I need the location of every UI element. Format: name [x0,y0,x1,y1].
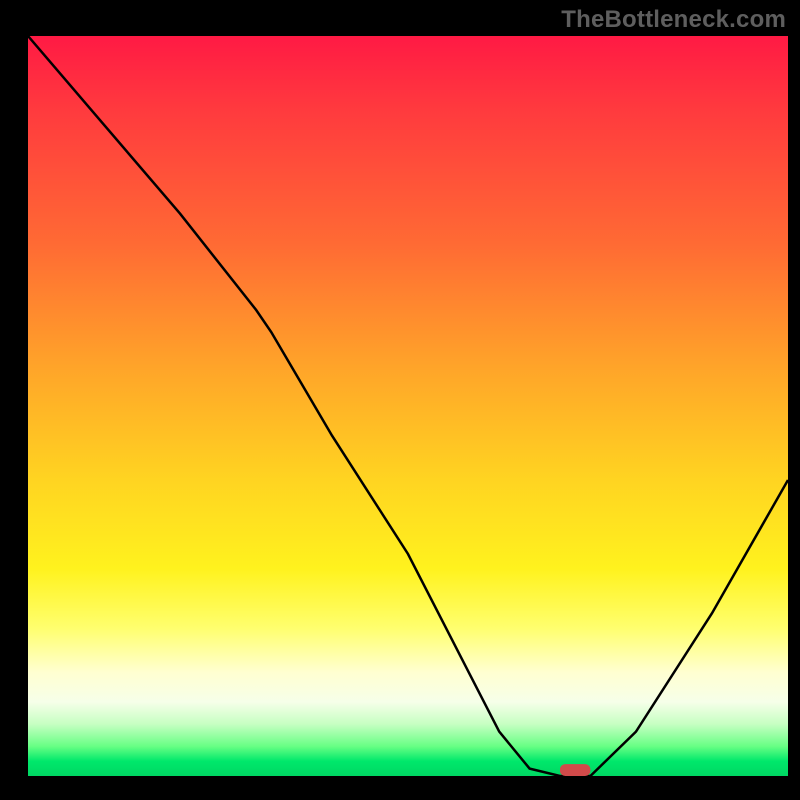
watermark-text: TheBottleneck.com [561,6,786,34]
heat-gradient-background [28,36,788,776]
chart-frame: TheBottleneck.com [0,0,800,800]
plot-area [28,36,788,776]
